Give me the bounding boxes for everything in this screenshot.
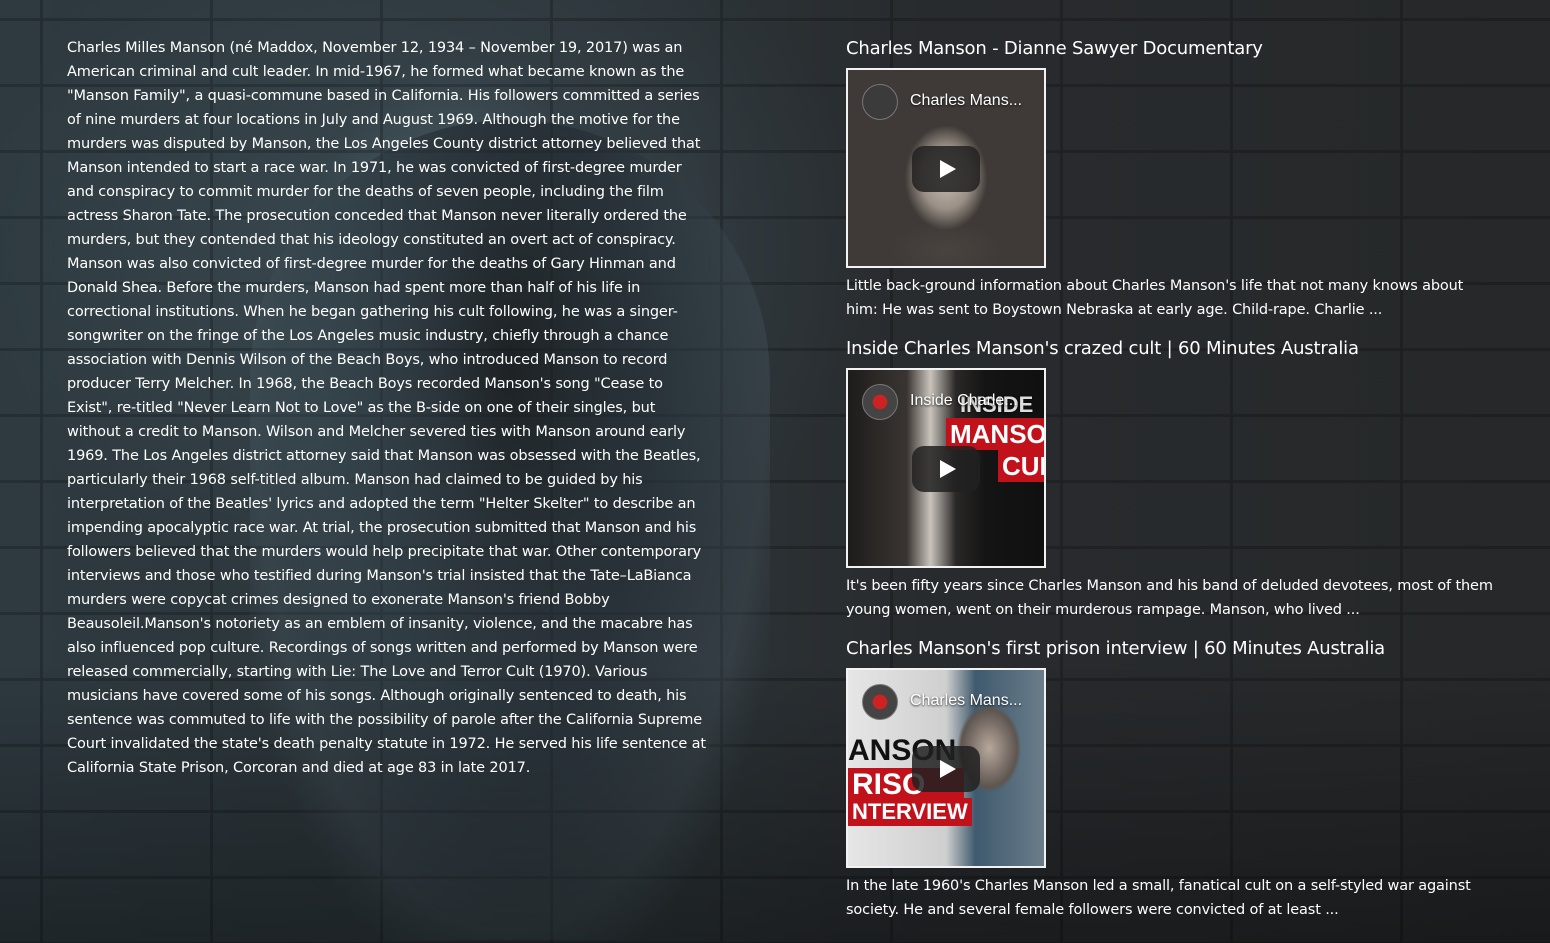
thumbnail-overlay-text: CUI xyxy=(998,450,1044,482)
channel-avatar-icon xyxy=(862,684,898,720)
video-title[interactable]: Inside Charles Manson's crazed cult | 60… xyxy=(846,336,1496,362)
play-icon[interactable] xyxy=(912,446,980,492)
video-description: In the late 1960's Charles Manson led a … xyxy=(846,878,1471,918)
video-item: Charles Manson - Dianne Sawyer Documenta… xyxy=(846,36,1496,322)
video-embed-title: Charles Mans... xyxy=(910,692,1023,709)
video-description: Little back-ground information about Cha… xyxy=(846,278,1464,318)
video-item: Charles Manson's first prison interview … xyxy=(846,636,1496,922)
article-text: Charles Milles Manson (né Maddox, Novemb… xyxy=(67,36,707,780)
video-thumbnail[interactable]: ANSON RISO NTERVIEW Charles Mans... xyxy=(846,668,1046,868)
video-item: Inside Charles Manson's crazed cult | 60… xyxy=(846,336,1496,622)
channel-avatar-icon xyxy=(862,84,898,120)
play-icon[interactable] xyxy=(912,146,980,192)
video-title[interactable]: Charles Manson's first prison interview … xyxy=(846,636,1496,662)
thumbnail-overlay-text: NTERVIEW xyxy=(848,798,972,826)
channel-avatar-icon xyxy=(862,384,898,420)
video-embed-title: Inside Charle... xyxy=(910,392,1018,409)
video-thumbnail[interactable]: Charles Mans... xyxy=(846,68,1046,268)
video-list: Charles Manson - Dianne Sawyer Documenta… xyxy=(846,36,1496,936)
article-paragraph: Charles Milles Manson (né Maddox, Novemb… xyxy=(67,40,706,776)
page-content: Charles Milles Manson (né Maddox, Novemb… xyxy=(0,0,1550,943)
video-embed-title: Charles Mans... xyxy=(910,92,1023,109)
play-icon[interactable] xyxy=(912,746,980,792)
video-description: It's been fifty years since Charles Mans… xyxy=(846,578,1493,618)
video-title[interactable]: Charles Manson - Dianne Sawyer Documenta… xyxy=(846,36,1496,62)
video-thumbnail[interactable]: INSIDE MANSO CUI Inside Charle... xyxy=(846,368,1046,568)
